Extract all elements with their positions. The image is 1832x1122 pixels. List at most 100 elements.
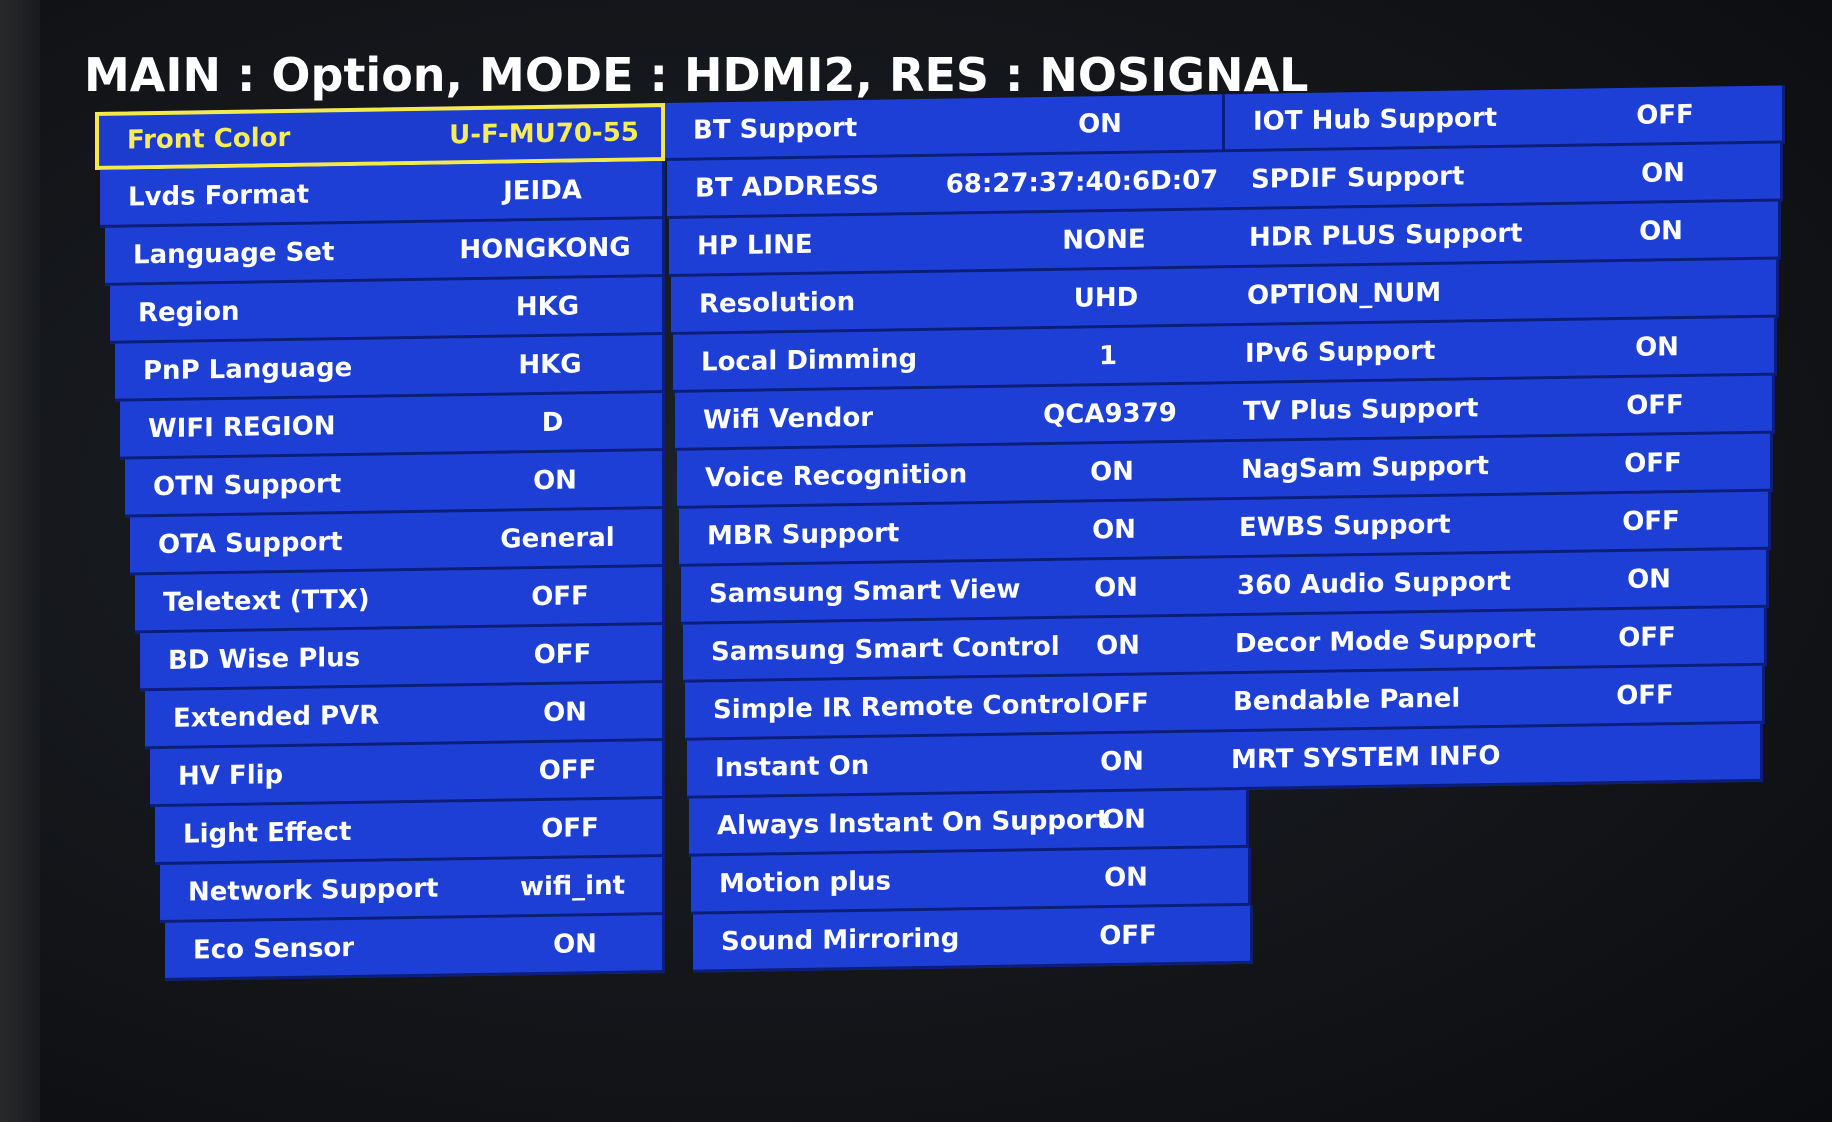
option-value: ON xyxy=(1094,572,1138,603)
option-row[interactable]: IOT Hub Support OFF xyxy=(1225,85,1785,153)
option-row[interactable]: IPv6 Support ON xyxy=(1217,317,1777,385)
option-label: Decor Mode Support xyxy=(1235,623,1536,659)
option-value: D xyxy=(541,407,564,438)
option-value: OFF xyxy=(1636,99,1694,131)
option-row[interactable]: Simple IR Remote Control OFF xyxy=(685,673,1245,741)
option-value: 1 xyxy=(1098,340,1118,371)
option-row[interactable]: Lvds Format JEIDA xyxy=(100,161,665,228)
option-row[interactable]: HDR PLUS Support ON xyxy=(1221,201,1781,269)
option-row[interactable]: BD Wise Plus OFF xyxy=(140,625,665,692)
option-row[interactable]: Sound Mirroring OFF xyxy=(693,905,1253,973)
option-value: NONE xyxy=(1062,223,1146,256)
option-row[interactable]: Language Set HONGKONG xyxy=(105,219,665,286)
option-value: ON xyxy=(1078,108,1122,140)
option-row[interactable]: Resolution UHD xyxy=(671,268,1231,335)
option-label: Bendable Panel xyxy=(1233,683,1461,717)
option-row[interactable]: Decor Mode Support OFF xyxy=(1207,607,1767,675)
option-row[interactable]: Local Dimming 1 xyxy=(673,326,1233,393)
option-label: OTA Support xyxy=(158,526,343,560)
option-value: OFF xyxy=(1091,687,1149,719)
option-value: OFF xyxy=(541,812,599,844)
option-row[interactable]: OTN Support ON xyxy=(125,451,665,518)
option-value: ON xyxy=(553,928,597,960)
option-row[interactable]: BT ADDRESS 68:27:37:40:6D:07 xyxy=(667,152,1227,220)
option-value: ON xyxy=(1092,514,1136,545)
option-row[interactable]: MBR Support ON xyxy=(679,500,1239,567)
option-row[interactable]: SPDIF Support ON xyxy=(1223,143,1783,211)
option-value: OFF xyxy=(1626,389,1684,421)
option-label: 360 Audio Support xyxy=(1237,566,1511,601)
option-label: Wifi Vendor xyxy=(703,402,874,435)
option-row[interactable]: HP LINE NONE xyxy=(669,210,1229,277)
option-value: ON xyxy=(1104,861,1148,893)
option-row[interactable]: Motion plus ON xyxy=(691,847,1251,915)
option-value: wifi_int xyxy=(519,870,626,902)
option-row[interactable]: Wifi Vendor QCA9379 xyxy=(675,384,1235,451)
option-label: Motion plus xyxy=(719,865,892,899)
option-value: OFF xyxy=(538,754,597,786)
option-value: ON xyxy=(1090,456,1134,487)
option-row[interactable]: OPTION_NUM xyxy=(1219,259,1779,327)
option-label: BT Support xyxy=(693,112,858,146)
option-row[interactable]: Instant On ON xyxy=(687,731,1247,799)
option-value: 68:27:37:40:6D:07 xyxy=(945,164,1219,200)
option-label: BT ADDRESS xyxy=(695,170,879,204)
option-value: ON xyxy=(1635,331,1679,363)
option-value: ON xyxy=(1639,215,1683,247)
option-value: General xyxy=(500,522,615,555)
option-value: HONGKONG xyxy=(459,232,631,265)
option-row[interactable]: Voice Recognition ON xyxy=(677,442,1237,509)
option-label: WIFI REGION xyxy=(148,410,336,444)
option-label: TV Plus Support xyxy=(1243,392,1479,427)
option-row[interactable]: OTA Support General xyxy=(130,509,665,576)
option-label: NagSam Support xyxy=(1241,450,1489,485)
option-label: MRT SYSTEM INFO xyxy=(1231,740,1501,775)
option-row[interactable]: 360 Audio Support ON xyxy=(1209,549,1769,617)
option-value: ON xyxy=(1641,157,1685,189)
option-label: BD Wise Plus xyxy=(168,642,361,676)
option-label: Lvds Format xyxy=(128,179,310,212)
option-label: OPTION_NUM xyxy=(1247,277,1442,311)
option-value: OFF xyxy=(1099,919,1157,951)
option-row[interactable]: Bendable Panel OFF xyxy=(1205,665,1765,733)
option-value xyxy=(1583,752,1703,754)
option-value: ON xyxy=(1096,630,1140,661)
option-label: HDR PLUS Support xyxy=(1249,218,1523,253)
option-label: OTN Support xyxy=(153,468,342,502)
option-label: Instant On xyxy=(715,750,870,783)
option-label: MBR Support xyxy=(707,517,900,551)
option-label: IOT Hub Support xyxy=(1253,102,1498,137)
option-row[interactable]: Network Support wifi_int xyxy=(160,857,665,923)
option-value: HKG xyxy=(518,348,582,380)
option-row[interactable]: Teletext (TTX) OFF xyxy=(135,567,665,634)
option-label: Sound Mirroring xyxy=(721,922,960,957)
option-row[interactable]: MRT SYSTEM INFO xyxy=(1203,723,1763,791)
option-value: OFF xyxy=(531,580,589,612)
option-label: Local Dimming xyxy=(701,343,918,377)
option-label: Front Color xyxy=(127,122,291,156)
option-row[interactable]: Samsung Smart Control ON xyxy=(683,615,1243,683)
option-value: JEIDA xyxy=(503,174,582,207)
option-row[interactable]: Region HKG xyxy=(110,277,665,344)
option-row[interactable]: WIFI REGION D xyxy=(120,393,665,460)
option-label: Teletext (TTX) xyxy=(163,584,370,618)
option-row[interactable]: Samsung Smart View ON xyxy=(681,557,1241,625)
option-row[interactable]: BT Support ON xyxy=(665,94,1225,162)
option-row[interactable]: Light Effect OFF xyxy=(155,799,665,866)
option-row[interactable]: NagSam Support OFF xyxy=(1213,433,1773,501)
option-row[interactable]: EWBS Support OFF xyxy=(1211,491,1771,559)
option-row[interactable]: Extended PVR ON xyxy=(145,683,665,750)
option-value: ON xyxy=(533,464,577,496)
option-row[interactable]: PnP Language HKG xyxy=(115,335,665,402)
option-value: OFF xyxy=(1624,447,1682,479)
option-label: IPv6 Support xyxy=(1245,335,1436,369)
option-row[interactable]: TV Plus Support OFF xyxy=(1215,375,1775,443)
option-row[interactable]: Eco Sensor ON xyxy=(165,915,665,981)
option-label: SPDIF Support xyxy=(1251,160,1465,195)
option-row[interactable]: HV Flip OFF xyxy=(150,741,665,808)
option-label: EWBS Support xyxy=(1239,509,1451,543)
option-value: ON xyxy=(1102,803,1146,835)
option-value: OFF xyxy=(533,638,592,670)
option-row[interactable]: Always Instant On Support ON xyxy=(689,789,1249,857)
option-row[interactable]: Front Color U-F-MU70-55 xyxy=(95,103,665,170)
